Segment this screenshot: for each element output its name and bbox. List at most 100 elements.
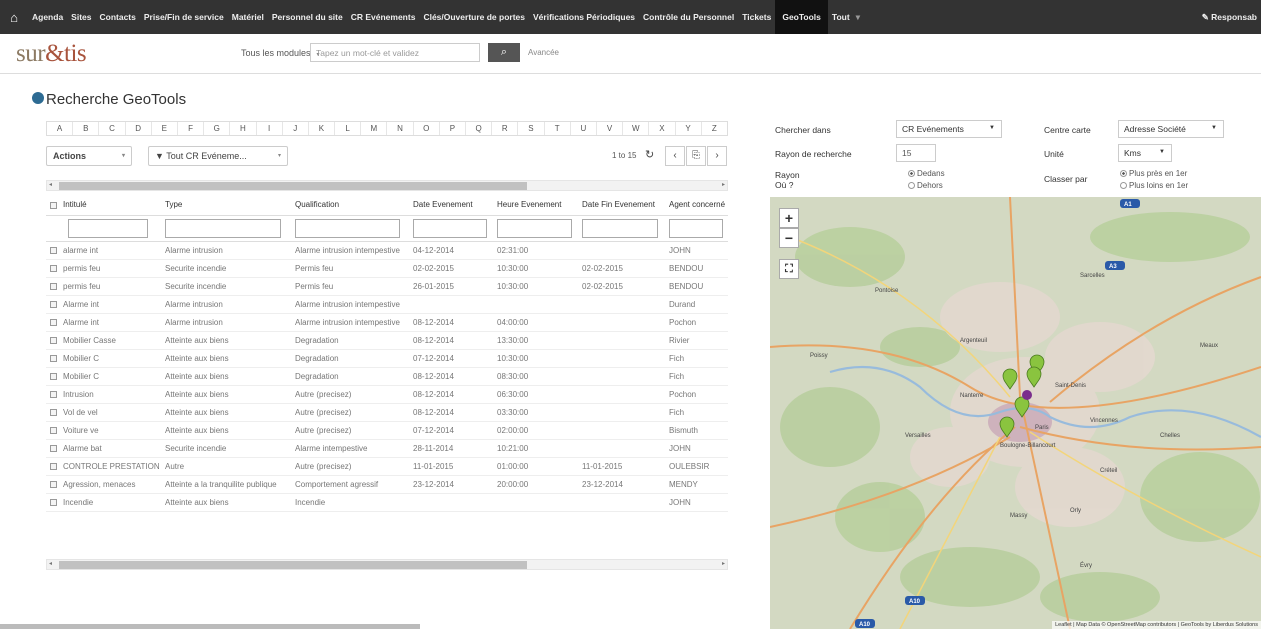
table-row[interactable]: Vol de vel Atteinte aux biens Autre (preci…: [46, 403, 728, 422]
column-header[interactable]: Qualification: [291, 195, 409, 216]
column-header[interactable]: Date Fin Evenement: [578, 195, 665, 216]
table-row[interactable]: permis feu Securite incendie Permis feu 26-…: [46, 277, 728, 296]
table-row[interactable]: Mobilier C Atteinte aux biens Degradation 0…: [46, 367, 728, 386]
letter-filter-j[interactable]: J: [283, 122, 309, 135]
table-scrollbar-top[interactable]: ◂ ▸: [46, 180, 728, 191]
column-filter-input[interactable]: [68, 218, 148, 238]
export-button[interactable]: ⎘: [686, 146, 706, 166]
zoom-in-button[interactable]: +: [779, 208, 799, 228]
refresh-icon[interactable]: ↻: [645, 148, 654, 161]
column-header[interactable]: Date Evenement: [409, 195, 493, 216]
nav-item-sites[interactable]: Sites: [67, 12, 95, 22]
page-scrollbar[interactable]: [0, 624, 420, 629]
column-filter-input[interactable]: [582, 218, 659, 238]
table-row[interactable]: Mobilier Casse Atteinte aux biens Degradat…: [46, 331, 728, 350]
column-header[interactable]: Heure Evenement: [493, 195, 578, 216]
keyword-search-input[interactable]: Tapez un mot-clé et validez: [310, 43, 480, 62]
user-menu[interactable]: ✎ Responsab: [1202, 0, 1261, 34]
nav-item-v-rifications-p-riodiques[interactable]: Vérifications Périodiques: [529, 12, 639, 22]
fullscreen-button[interactable]: ⛶: [779, 259, 799, 279]
row-checkbox[interactable]: [50, 462, 57, 470]
nav-item-agenda[interactable]: Agenda: [28, 12, 67, 22]
row-checkbox[interactable]: [50, 372, 57, 380]
nav-item-cr-ev-nements[interactable]: CR Evénements: [347, 12, 420, 22]
home-icon[interactable]: ⌂: [0, 10, 28, 25]
modules-select[interactable]: Tous les modules ▾: [241, 48, 320, 58]
letter-filter-v[interactable]: V: [597, 122, 624, 135]
next-page-button[interactable]: ›: [707, 146, 727, 166]
column-filter-input[interactable]: [497, 218, 572, 238]
nav-item-tickets[interactable]: Tickets: [738, 12, 775, 22]
radio-plus-loin[interactable]: Plus loins en 1er: [1120, 181, 1188, 190]
column-filter-input[interactable]: [295, 218, 400, 238]
row-checkbox[interactable]: [50, 246, 57, 254]
table-row[interactable]: CONTROLE PRESTATION Autre Autre (precisez)…: [46, 457, 728, 476]
radio-dehors[interactable]: Dehors: [908, 181, 943, 190]
nav-item-mat-riel[interactable]: Matériel: [228, 12, 268, 22]
letter-filter-a[interactable]: A: [47, 122, 74, 135]
advanced-search-link[interactable]: Avancée: [528, 48, 559, 57]
column-filter-input[interactable]: [669, 218, 724, 238]
row-checkbox[interactable]: [50, 318, 57, 326]
letter-filter-k[interactable]: K: [309, 122, 336, 135]
search-button[interactable]: ⌕: [488, 43, 520, 62]
column-header[interactable]: Intitulé: [46, 195, 161, 216]
radio-plus-pres[interactable]: Plus près en 1er: [1120, 169, 1187, 178]
row-checkbox[interactable]: [50, 354, 57, 362]
table-row[interactable]: Alarme int Alarme intrusion Alarme intrusi…: [46, 295, 728, 314]
map[interactable]: Pontoise Sarcelles Argenteuil Saint-Denis Pa…: [770, 197, 1261, 629]
letter-filter-b[interactable]: B: [73, 122, 100, 135]
letter-filter-o[interactable]: O: [414, 122, 440, 135]
row-checkbox[interactable]: [50, 408, 57, 416]
letter-filter-f[interactable]: F: [178, 122, 205, 135]
table-row[interactable]: Alarme int Alarme intrusion Alarme intrusi…: [46, 313, 728, 332]
table-scrollbar-bottom[interactable]: ◂ ▸: [46, 559, 728, 570]
letter-filter-i[interactable]: I: [257, 122, 283, 135]
column-header[interactable]: Agent concerné: [665, 195, 728, 216]
letter-filter-y[interactable]: Y: [676, 122, 702, 135]
letter-filter-l[interactable]: L: [335, 122, 362, 135]
letter-filter-s[interactable]: S: [518, 122, 545, 135]
letter-filter-e[interactable]: E: [152, 122, 178, 135]
scroll-thumb[interactable]: [59, 182, 527, 190]
nav-item-cl-s-ouverture-de-portes[interactable]: Clés/Ouverture de portes: [419, 12, 529, 22]
column-header[interactable]: Type: [161, 195, 291, 216]
nav-item-prise-fin-de-service[interactable]: Prise/Fin de service: [140, 12, 228, 22]
centre-carte-select[interactable]: Adresse Société ▼: [1118, 120, 1224, 138]
column-filter-input[interactable]: [165, 218, 281, 238]
table-row[interactable]: Incendie Atteinte aux biens Incendie JOHN: [46, 493, 728, 512]
row-checkbox[interactable]: [50, 480, 57, 488]
row-checkbox[interactable]: [50, 264, 57, 272]
unite-select[interactable]: Kms ▼: [1118, 144, 1172, 162]
table-row[interactable]: Alarme bat Securite incendie Alarme intemp…: [46, 439, 728, 458]
actions-button[interactable]: Actions ▾: [46, 146, 132, 166]
table-row[interactable]: Mobilier C Atteinte aux biens Degradation 0…: [46, 349, 728, 368]
letter-filter-d[interactable]: D: [126, 122, 152, 135]
radio-dedans[interactable]: Dedans: [908, 169, 945, 178]
letter-filter-w[interactable]: W: [623, 122, 650, 135]
rayon-recherche-input[interactable]: 15: [896, 144, 936, 162]
table-row[interactable]: Agression, menaces Atteinte a la tranquil…: [46, 475, 728, 494]
nav-item-geotools[interactable]: GeoTools: [775, 0, 828, 34]
letter-filter-x[interactable]: X: [649, 122, 676, 135]
zoom-out-button[interactable]: −: [779, 228, 799, 248]
letter-filter-n[interactable]: N: [387, 122, 414, 135]
row-checkbox[interactable]: [50, 426, 57, 434]
letter-filter-m[interactable]: M: [361, 122, 388, 135]
row-checkbox[interactable]: [50, 444, 57, 452]
row-checkbox[interactable]: [50, 390, 57, 398]
column-filter-input[interactable]: [413, 218, 487, 238]
letter-filter-q[interactable]: Q: [466, 122, 493, 135]
nav-item-personnel-du-site[interactable]: Personnel du site: [268, 12, 347, 22]
letter-filter-g[interactable]: G: [204, 122, 231, 135]
row-checkbox[interactable]: [50, 300, 57, 308]
letter-filter-u[interactable]: U: [571, 122, 597, 135]
letter-filter-c[interactable]: C: [99, 122, 126, 135]
nav-item-contr-le-du-personnel[interactable]: Contrôle du Personnel: [639, 12, 738, 22]
letter-filter-r[interactable]: R: [492, 122, 519, 135]
table-row[interactable]: Intrusion Atteinte aux biens Autre (precis…: [46, 385, 728, 404]
row-checkbox[interactable]: [50, 498, 57, 506]
letter-filter-p[interactable]: P: [440, 122, 466, 135]
table-row[interactable]: Voiture ve Atteinte aux biens Autre (preci…: [46, 421, 728, 440]
filter-select[interactable]: ▼ Tout CR Evéneme... ▾: [148, 146, 288, 166]
